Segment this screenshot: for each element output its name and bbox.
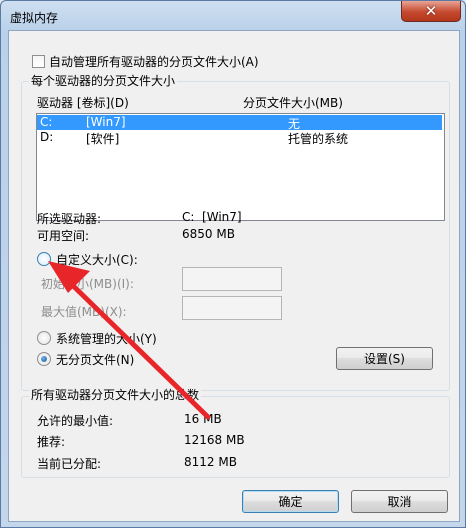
recommended-value: 12168 MB: [184, 433, 245, 447]
system-managed-label[interactable]: 系统管理的大小(Y): [56, 330, 157, 347]
max-size-label: 最大值(MB)(X):: [41, 305, 127, 319]
initial-size-label: 初始大小(MB)(I):: [41, 277, 134, 291]
auto-manage-checkbox[interactable]: [32, 55, 45, 68]
free-space-value: 6850 MB: [182, 227, 235, 241]
no-paging-label[interactable]: 无分页文件(N): [56, 351, 134, 368]
totals-group-label: 所有驱动器分页文件大小的总数: [29, 386, 202, 403]
allocated-label: 当前已分配:: [37, 457, 102, 471]
close-button[interactable]: ✕: [401, 1, 461, 22]
window-title: 虚拟内存: [10, 11, 59, 25]
custom-size-radio[interactable]: [37, 252, 51, 266]
initial-size-input[interactable]: [182, 267, 282, 291]
per-drive-group-label: 每个驱动器的分页文件大小: [29, 72, 178, 89]
custom-size-label[interactable]: 自定义大小(C):: [56, 251, 138, 268]
radio-selected-dot: [41, 356, 47, 362]
drive-letter: D:: [40, 130, 54, 144]
set-button[interactable]: 设置(S): [336, 347, 433, 370]
system-managed-radio[interactable]: [37, 331, 51, 345]
drive-list[interactable]: C: [Win7] 无 D: [软件] 托管的系统: [36, 113, 445, 221]
column-header-size: 分页文件大小(MB): [243, 96, 343, 110]
drive-row-c[interactable]: C: [Win7] 无: [37, 115, 442, 131]
auto-manage-label[interactable]: 自动管理所有驱动器的分页文件大小(A): [49, 53, 259, 70]
allocated-value: 8112 MB: [184, 455, 237, 469]
dialog-window: 虚拟内存 ✕ 自动管理所有驱动器的分页文件大小(A) 每个驱动器的分页文件大小 …: [0, 0, 466, 528]
ok-button[interactable]: 确定: [242, 490, 339, 513]
min-allowed-label: 允许的最小值:: [37, 414, 114, 428]
column-header-drive: 驱动器 [卷标](D): [37, 96, 129, 110]
drive-label: [软件]: [86, 132, 120, 146]
cancel-button[interactable]: 取消: [351, 490, 448, 513]
selected-drive-label: 所选驱动器:: [37, 212, 102, 226]
close-icon: ✕: [424, 2, 438, 20]
drive-letter: C:: [40, 115, 53, 129]
min-allowed-value: 16 MB: [184, 412, 222, 426]
no-paging-radio[interactable]: [37, 352, 51, 366]
drive-size: 托管的系统: [288, 132, 349, 146]
recommended-label: 推荐:: [37, 435, 66, 449]
drive-row-d[interactable]: D: [软件] 托管的系统: [37, 130, 442, 146]
free-space-label: 可用空间:: [37, 229, 90, 243]
selected-drive-value: C: [Win7]: [182, 210, 242, 224]
max-size-input[interactable]: [182, 296, 282, 320]
dialog-client-area: 自动管理所有驱动器的分页文件大小(A) 每个驱动器的分页文件大小 驱动器 [卷标…: [8, 30, 460, 522]
drive-label: [Win7]: [86, 115, 126, 129]
